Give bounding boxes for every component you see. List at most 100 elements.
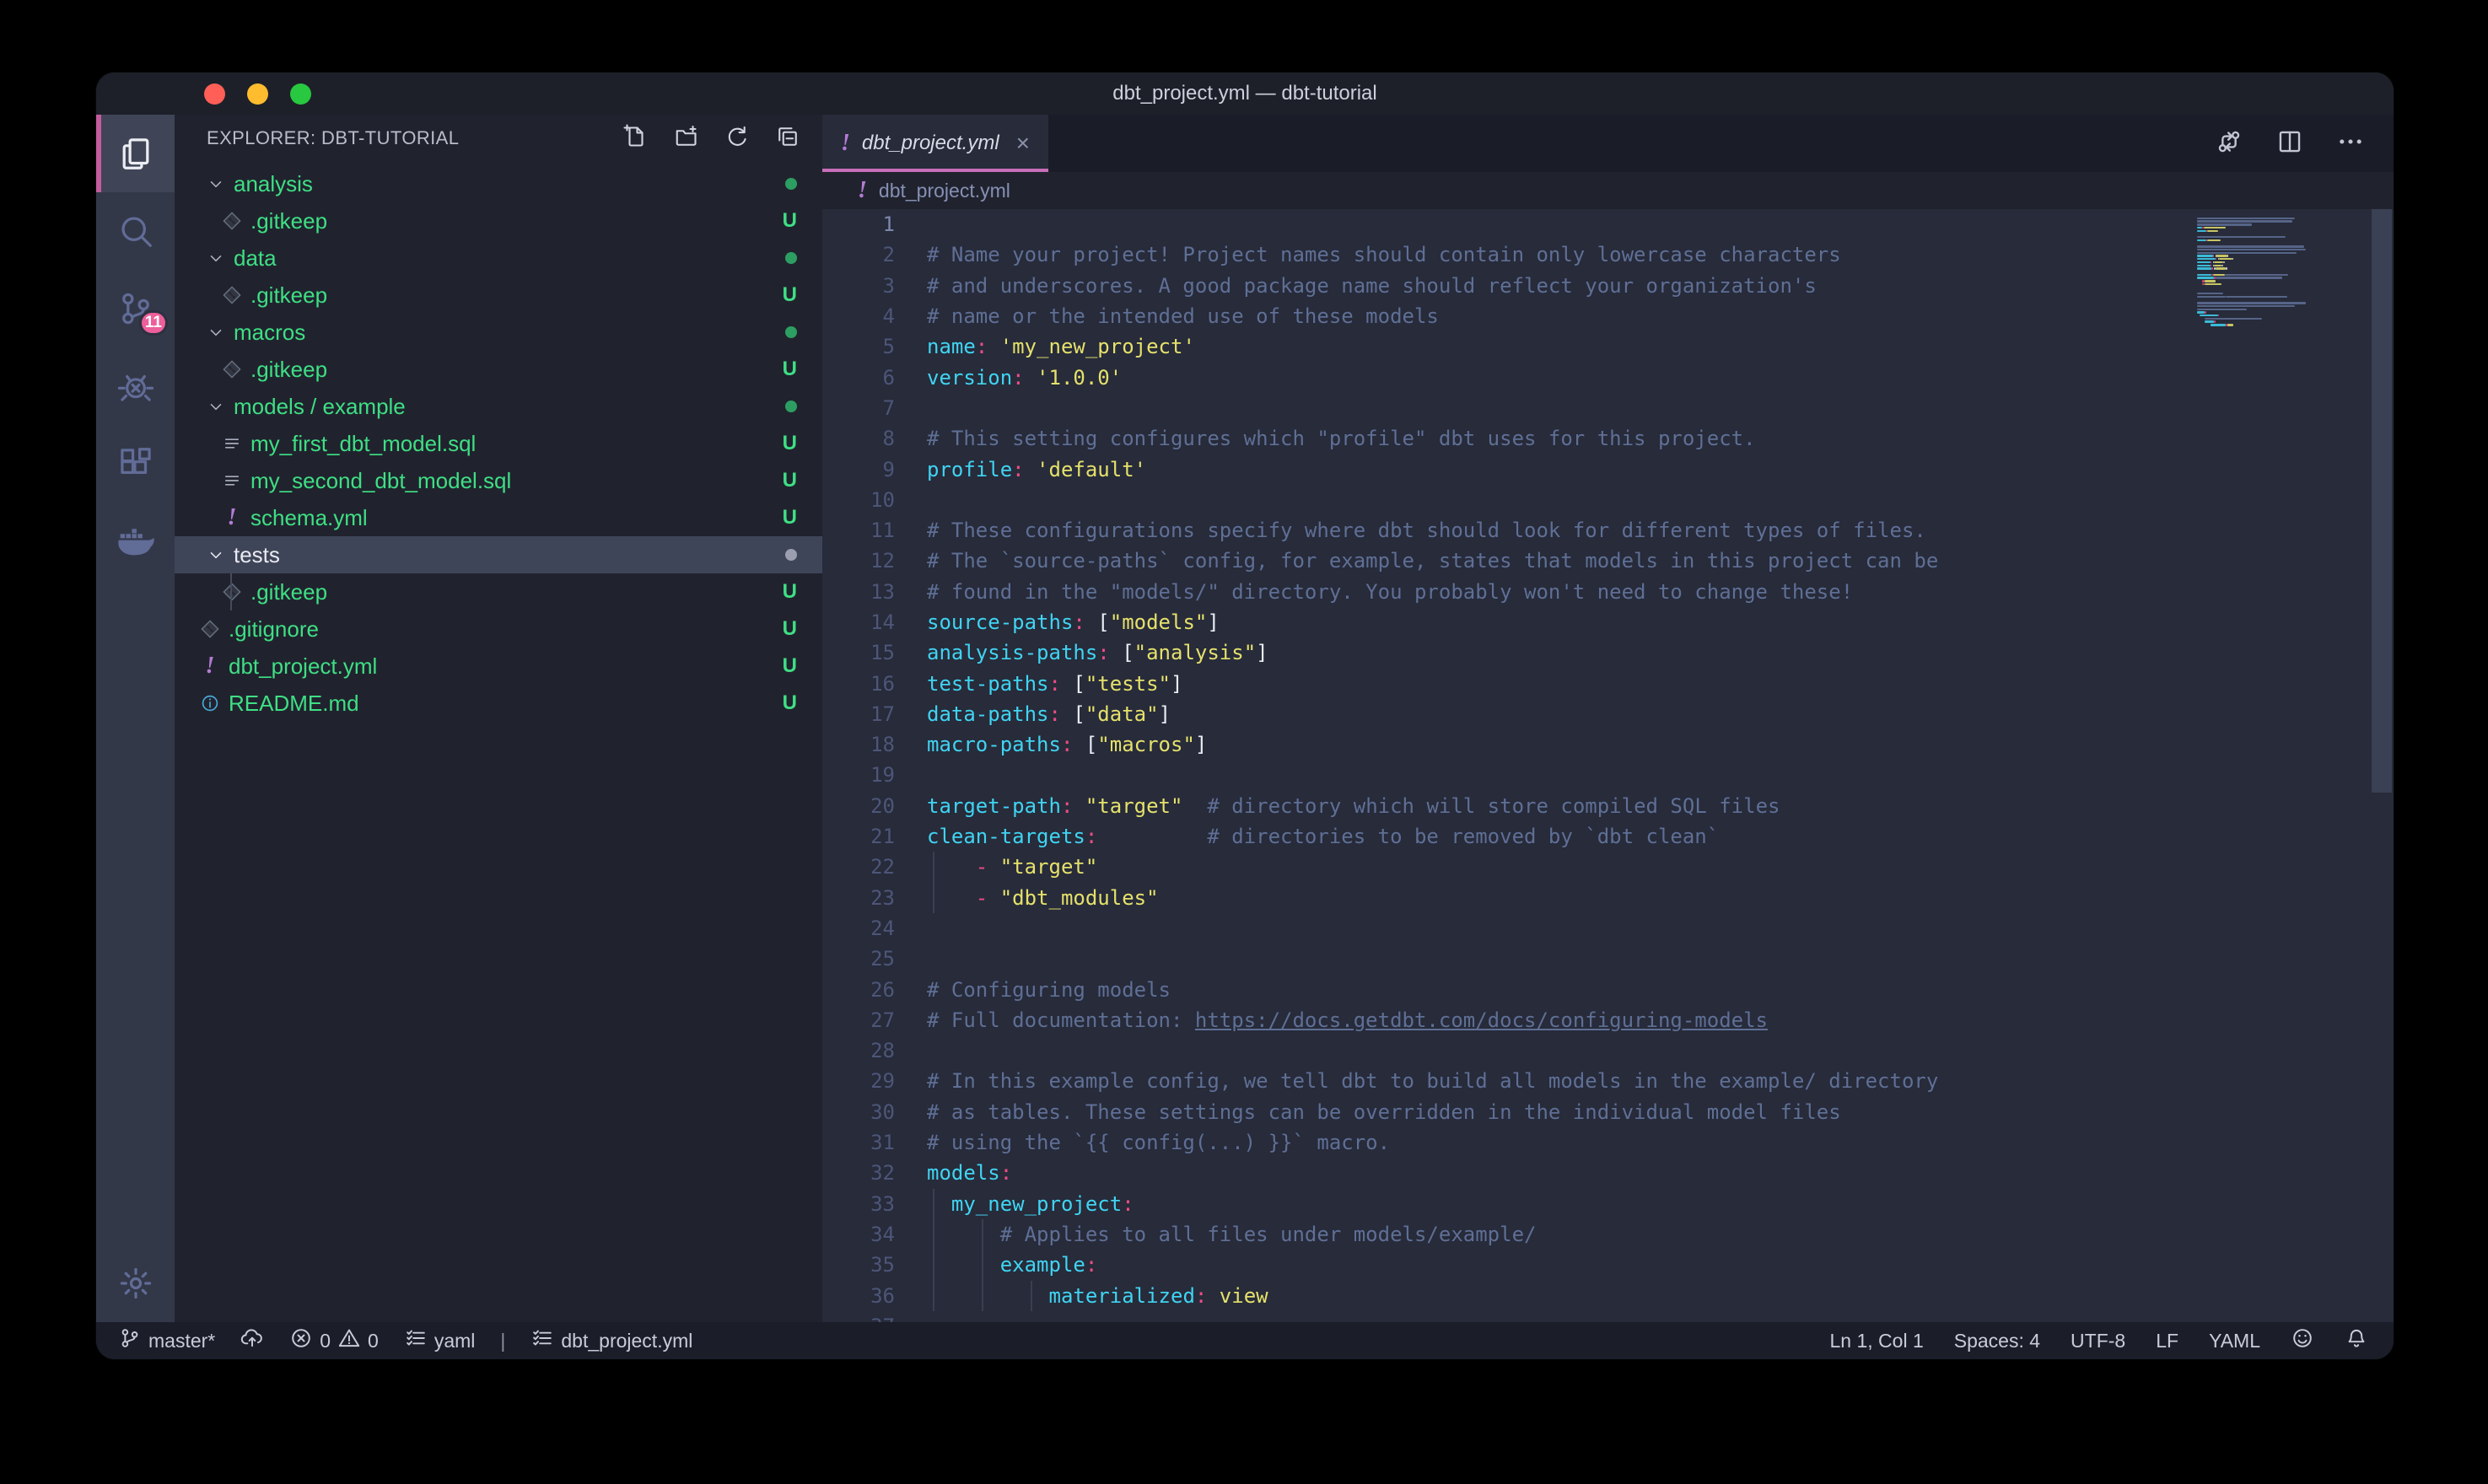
more-actions-icon[interactable] bbox=[2336, 127, 2365, 160]
line-number: 32 bbox=[822, 1161, 927, 1185]
code-line-text: source-paths: ["models"] bbox=[927, 610, 1220, 634]
code-line: 21clean-targets: # directories to be rem… bbox=[822, 821, 2189, 852]
status-bell[interactable] bbox=[2345, 1326, 2368, 1355]
tree-item-dbt-project-yml[interactable]: !dbt_project.ymlU bbox=[175, 648, 822, 685]
code-line: 27# Full documentation: https://docs.get… bbox=[822, 1005, 2189, 1035]
minimap-line bbox=[2223, 261, 2225, 263]
smiley-icon bbox=[2291, 1326, 2314, 1355]
tree-item-models-example[interactable]: models / example bbox=[175, 388, 822, 425]
code-line-text: # Name your project! Project names shoul… bbox=[927, 243, 1841, 266]
code-line: 36 materialized: view bbox=[822, 1280, 2189, 1310]
git-untracked-badge: U bbox=[783, 506, 797, 530]
info-icon bbox=[200, 693, 220, 713]
minimap-line bbox=[2216, 255, 2227, 256]
breadcrumb[interactable]: ! dbt_project.yml bbox=[822, 172, 2394, 209]
scrollbar-thumb[interactable] bbox=[2372, 209, 2392, 793]
tree-item-tests[interactable]: tests bbox=[175, 536, 822, 573]
tree-item-readme-md[interactable]: README.mdU bbox=[175, 685, 822, 722]
tree-item--gitkeep[interactable]: .gitkeepU bbox=[175, 573, 822, 610]
line-number: 35 bbox=[822, 1253, 927, 1277]
minimap-line bbox=[2211, 261, 2212, 263]
minimap-line bbox=[2197, 311, 2205, 313]
line-number: 6 bbox=[822, 366, 927, 390]
status-item[interactable]: Ln 1, Col 1 bbox=[1830, 1330, 1924, 1352]
tree-item-label: .gitignore bbox=[229, 616, 319, 643]
new-folder-icon[interactable] bbox=[674, 124, 699, 153]
collapse-all-icon[interactable] bbox=[775, 124, 800, 153]
line-number: 7 bbox=[822, 396, 927, 420]
file-lines-icon bbox=[222, 470, 242, 491]
minimap-line bbox=[2232, 258, 2234, 260]
status-checklist[interactable]: dbt_project.yml bbox=[530, 1326, 692, 1355]
status-smiley[interactable] bbox=[2291, 1326, 2314, 1355]
status-item: | bbox=[500, 1330, 505, 1352]
tab-dbt-project-yml[interactable]: ! dbt_project.yml × bbox=[822, 115, 1048, 172]
tree-item-my-second-dbt-model-sql[interactable]: my_second_dbt_model.sqlU bbox=[175, 462, 822, 499]
minimap-line bbox=[2197, 223, 2252, 225]
minimap-line bbox=[2205, 311, 2206, 313]
tab-close-icon[interactable]: × bbox=[1016, 132, 1030, 155]
git-untracked-badge: U bbox=[783, 432, 797, 455]
status-branch[interactable]: master* bbox=[118, 1326, 215, 1355]
window-title: dbt_project.yml — dbt-tutorial bbox=[96, 82, 2394, 105]
status-cloud-upload[interactable] bbox=[240, 1326, 264, 1355]
code-line: 20target-path: "target" # directory whic… bbox=[822, 791, 2189, 821]
minimap-line bbox=[2197, 309, 2247, 310]
minimap-line bbox=[2213, 255, 2215, 256]
tree-item-macros[interactable]: macros bbox=[175, 314, 822, 351]
code-line: 31# using the `{{ config(...) }}` macro. bbox=[822, 1127, 2189, 1158]
code-line-text: analysis-paths: ["analysis"] bbox=[927, 641, 1268, 664]
git-untracked-badge: U bbox=[783, 617, 797, 641]
status-item[interactable]: Spaces: 4 bbox=[1954, 1330, 2040, 1352]
code-line: 35 example: bbox=[822, 1250, 2189, 1280]
editor-scrollbar[interactable] bbox=[2370, 209, 2394, 1322]
minimap[interactable] bbox=[2189, 209, 2370, 1322]
close-window-button[interactable] bbox=[204, 83, 225, 105]
activity-docker-icon[interactable] bbox=[96, 503, 175, 580]
tree-item-label: .gitkeep bbox=[250, 282, 327, 309]
status-error[interactable]: 00 bbox=[289, 1326, 379, 1355]
tree-item-label: dbt_project.yml bbox=[229, 653, 377, 680]
code-editor[interactable]: 12# Name your project! Project names sho… bbox=[822, 209, 2189, 1322]
line-number: 30 bbox=[822, 1100, 927, 1124]
code-line-text: # Applies to all files under models/exam… bbox=[927, 1223, 1536, 1246]
activity-debug-icon[interactable] bbox=[96, 347, 175, 425]
status-checklist[interactable]: yaml bbox=[404, 1326, 476, 1355]
activity-extensions-icon[interactable] bbox=[96, 425, 175, 503]
file-lines-icon bbox=[222, 433, 242, 454]
open-changes-icon[interactable] bbox=[2215, 127, 2243, 160]
status-item[interactable]: LF bbox=[2156, 1330, 2178, 1352]
line-number: 15 bbox=[822, 641, 927, 664]
status-item[interactable]: UTF-8 bbox=[2071, 1330, 2125, 1352]
code-line: 8# This setting configures which "profil… bbox=[822, 423, 2189, 454]
code-line: 33 my_new_project: bbox=[822, 1189, 2189, 1219]
code-line-text: # These configurations specify where dbt… bbox=[927, 519, 1926, 542]
code-line-text: # using the `{{ config(...) }}` macro. bbox=[927, 1131, 1390, 1154]
activity-explorer-icon[interactable] bbox=[96, 115, 175, 192]
tree-item-data[interactable]: data bbox=[175, 239, 822, 277]
split-editor-icon[interactable] bbox=[2275, 127, 2304, 160]
tree-item-schema-yml[interactable]: !schema.ymlU bbox=[175, 499, 822, 536]
minimap-line bbox=[2197, 220, 2292, 222]
line-number: 31 bbox=[822, 1131, 927, 1154]
tree-item--gitkeep[interactable]: .gitkeepU bbox=[175, 277, 822, 314]
activity-source-control-icon[interactable]: 11 bbox=[96, 270, 175, 347]
breadcrumb-label: dbt_project.yml bbox=[879, 180, 1010, 202]
activity-settings-icon[interactable] bbox=[96, 1245, 175, 1322]
code-line-text: # In this example config, we tell dbt to… bbox=[927, 1069, 1938, 1093]
new-file-icon[interactable] bbox=[623, 124, 649, 153]
refresh-icon[interactable] bbox=[724, 124, 750, 153]
tree-item--gitkeep[interactable]: .gitkeepU bbox=[175, 351, 822, 388]
tree-item-my-first-dbt-model-sql[interactable]: my_first_dbt_model.sqlU bbox=[175, 425, 822, 462]
tree-item--gitkeep[interactable]: .gitkeepU bbox=[175, 202, 822, 239]
status-item[interactable]: YAML bbox=[2209, 1330, 2260, 1352]
zoom-window-button[interactable] bbox=[290, 83, 311, 105]
code-line-text: - "target" bbox=[927, 855, 1097, 879]
tree-item--gitignore[interactable]: .gitignore U bbox=[175, 610, 822, 648]
code-line-text: macro-paths: ["macros"] bbox=[927, 733, 1207, 756]
activity-bar: 11 bbox=[96, 115, 175, 1322]
tree-item-analysis[interactable]: analysis bbox=[175, 165, 822, 202]
activity-search-icon[interactable] bbox=[96, 192, 175, 270]
status-text: dbt_project.yml bbox=[561, 1330, 692, 1352]
minimize-window-button[interactable] bbox=[247, 83, 268, 105]
